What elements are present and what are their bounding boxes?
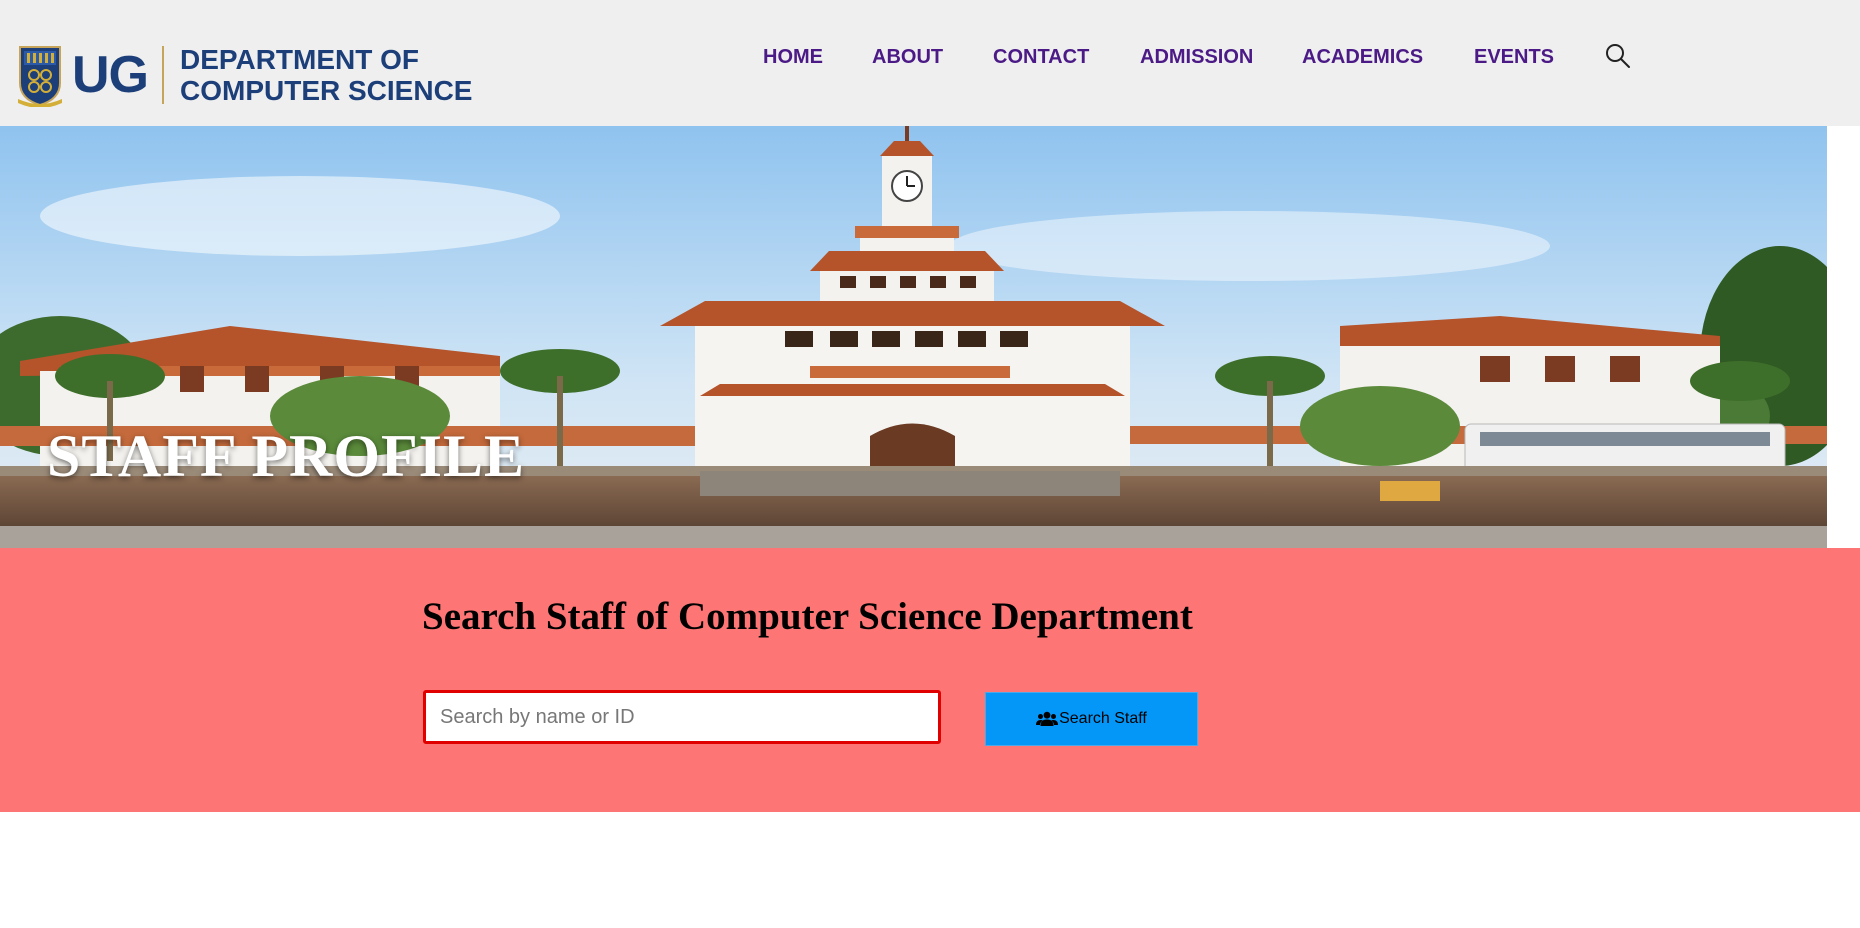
search-icon[interactable] <box>1604 42 1632 70</box>
nav-admission[interactable]: ADMISSION <box>1140 44 1253 70</box>
hero-banner: STAFF PROFILE <box>0 126 1827 548</box>
staff-search-input[interactable] <box>423 690 941 744</box>
nav-academics[interactable]: ACADEMICS <box>1302 44 1423 70</box>
nav-events[interactable]: EVENTS <box>1474 44 1554 70</box>
search-heading: Search Staff of Computer Science Departm… <box>422 595 1193 638</box>
search-staff-button-label: Search Staff <box>1059 710 1147 727</box>
logo-line-2: COMPUTER SCIENCE <box>180 75 473 106</box>
site-header: UG DEPARTMENT OF COMPUTER SCIENCE HOME A… <box>0 0 1860 126</box>
hero-title: STAFF PROFILE <box>47 423 526 489</box>
staff-search-section: Search Staff of Computer Science Departm… <box>0 548 1860 812</box>
nav-contact[interactable]: CONTACT <box>993 44 1089 70</box>
nav-home[interactable]: HOME <box>763 44 823 70</box>
search-staff-button[interactable]: Search Staff <box>985 692 1198 746</box>
nav-about[interactable]: ABOUT <box>872 44 943 70</box>
main-nav: HOME ABOUT CONTACT ADMISSION ACADEMICS E… <box>0 44 1860 74</box>
users-icon <box>1036 711 1059 726</box>
